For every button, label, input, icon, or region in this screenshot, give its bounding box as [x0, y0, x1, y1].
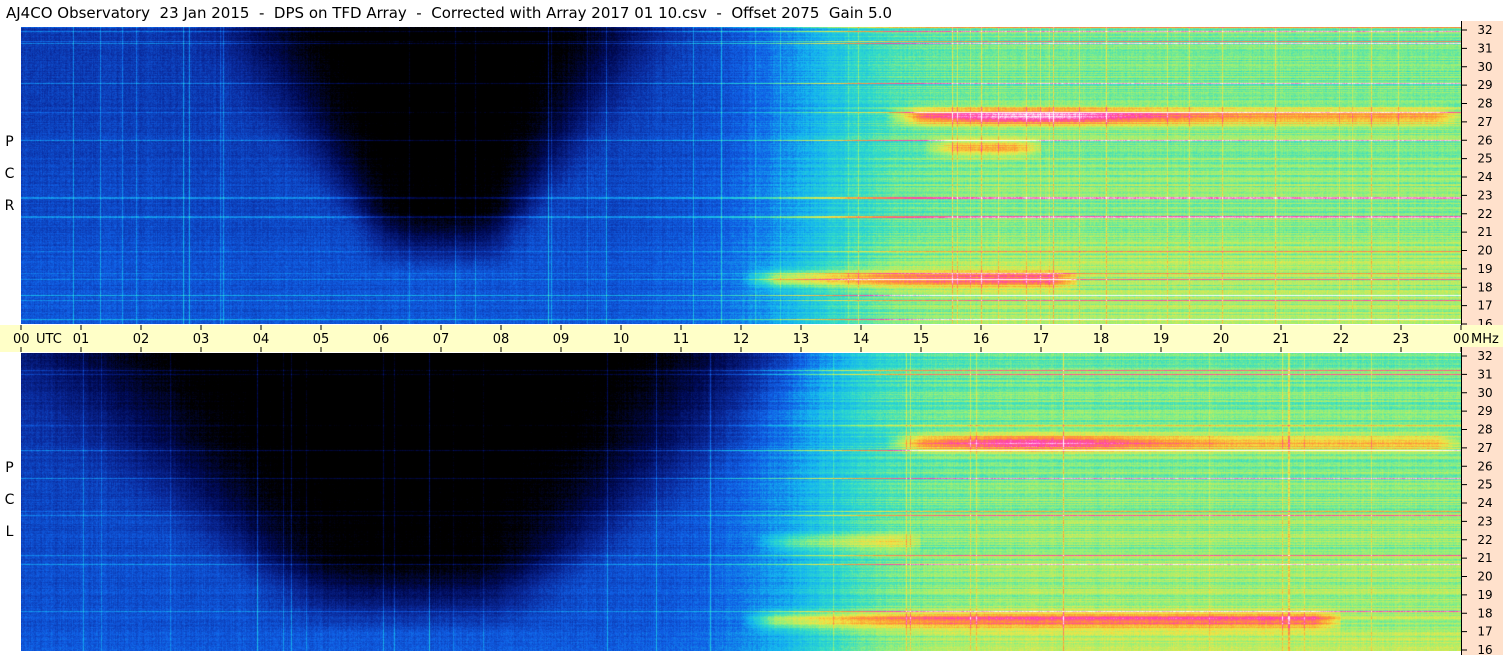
time-tick-label: 00: [1453, 332, 1470, 347]
time-tick-label: 20: [1213, 332, 1230, 347]
frequency-tick-label: 17: [1477, 625, 1492, 639]
frequency-tick-label: 32: [1477, 23, 1492, 37]
time-tick-label: 23: [1393, 332, 1410, 347]
time-tick-label: 16: [973, 332, 990, 347]
time-tick-label: 14: [853, 332, 870, 347]
frequency-tick-label: 26: [1477, 133, 1492, 147]
frequency-tick-label: 20: [1477, 570, 1492, 584]
time-tick-label: 15: [913, 332, 930, 347]
frequency-axis-rcp-svg: 1617181920212223242526272829303132: [1461, 21, 1493, 326]
frequency-tick-label: 19: [1477, 262, 1492, 276]
time-tick-label: 17: [1033, 332, 1050, 347]
polarization-letter: L: [5, 524, 14, 540]
time-tick-label: 21: [1273, 332, 1290, 347]
spectrogram-lcp: [21, 353, 1461, 651]
spectrogram-lcp-canvas: [21, 353, 1461, 651]
frequency-tick-label: 26: [1477, 459, 1492, 473]
polarization-letter: P: [5, 460, 14, 476]
frequency-tick-label: 22: [1477, 207, 1492, 221]
frequency-axis-lcp-svg: 16 17 18 19 20 21 22 23 24 25 26 27 28 29 30 31 32: [1461, 347, 1493, 655]
time-tick-label: 05: [313, 332, 330, 347]
frequency-tick-label: 31: [1477, 367, 1492, 381]
time-tick-label: 02: [133, 332, 150, 347]
time-tick-label: 12: [733, 332, 750, 347]
time-tick-label: 09: [553, 332, 570, 347]
time-tick-label: 01: [73, 332, 90, 347]
time-tick-label: 22: [1333, 332, 1350, 347]
time-tick-label: 08: [493, 332, 510, 347]
frequency-tick-label: 27: [1477, 441, 1492, 455]
frequency-tick-label: 17: [1477, 299, 1492, 313]
frequency-axis-rcp: 16 17 18 19 20 21 22 23 24 25 26 27 28 29 30 31 32: [1461, 21, 1503, 326]
frequency-tick-label: 18: [1477, 280, 1492, 294]
frequency-tick-label: 28: [1477, 423, 1492, 437]
frequency-tick-label: 19: [1477, 588, 1492, 602]
time-tick-label: 19: [1153, 332, 1170, 347]
time-tick-label: 10: [613, 332, 630, 347]
polarization-letter: C: [4, 492, 15, 508]
frequency-tick-label: 22: [1477, 533, 1492, 547]
frequency-tick-label: 29: [1477, 404, 1492, 418]
time-tick-label: 06: [373, 332, 390, 347]
frequency-tick-label: 31: [1477, 41, 1492, 55]
frequency-tick-label: 16: [1477, 643, 1492, 655]
polarization-letter: P: [5, 134, 14, 150]
frequency-unit-label: MHz: [1471, 332, 1499, 347]
polarization-label-rcp: P C R: [0, 126, 19, 222]
utc-time-axis-svg: 00 01 02 03 04 05 06 07 08 09 10 11 12 13 14 15 16 17 18 19…: [13, 325, 1499, 352]
time-tick-label: 03: [193, 332, 210, 347]
frequency-tick-label: 25: [1477, 478, 1492, 492]
frequency-tick-label: 29: [1477, 78, 1492, 92]
polarization-letter: R: [4, 198, 15, 214]
frequency-tick-label: 21: [1477, 551, 1492, 565]
time-unit-label: UTC: [36, 332, 62, 347]
frequency-tick-label: 24: [1477, 496, 1492, 510]
time-tick-label: 00: [13, 332, 30, 347]
spectrogram-rcp: [21, 27, 1461, 324]
polarization-letter: C: [4, 166, 15, 182]
frequency-tick-label: 24: [1477, 170, 1492, 184]
frequency-tick-label: 32: [1477, 349, 1492, 363]
frequency-tick-label: 25: [1477, 152, 1492, 166]
spectrogram-rcp-canvas: [21, 27, 1461, 324]
frequency-tick-label: 28: [1477, 97, 1492, 111]
time-tick-label: 04: [253, 332, 270, 347]
frequency-tick-label: 20: [1477, 244, 1492, 258]
frequency-tick-label: 23: [1477, 188, 1492, 202]
frequency-tick-label: 30: [1477, 60, 1492, 74]
page-title: AJ4CO Observatory 23 Jan 2015 - DPS on T…: [6, 4, 893, 22]
polarization-label-lcp: P C L: [0, 452, 19, 548]
time-tick-label: 11: [673, 332, 690, 347]
frequency-axis-lcp: 16 17 18 19 20 21 22 23 24 25 26 27 28 29 30 31 32: [1461, 347, 1503, 655]
time-tick-label: 13: [793, 332, 810, 347]
frequency-tick-label: 23: [1477, 514, 1492, 528]
frequency-tick-label: 18: [1477, 606, 1492, 620]
utc-time-axis: 00 01 02 03 04 05 06 07 08 09 10 11 12 13 14 15 16 17 18 19…: [0, 325, 1503, 352]
time-tick-label: 18: [1093, 332, 1110, 347]
frequency-tick-label: 30: [1477, 386, 1492, 400]
frequency-tick-label: 27: [1477, 115, 1492, 129]
time-tick-label: 07: [433, 332, 450, 347]
frequency-tick-label: 21: [1477, 225, 1492, 239]
